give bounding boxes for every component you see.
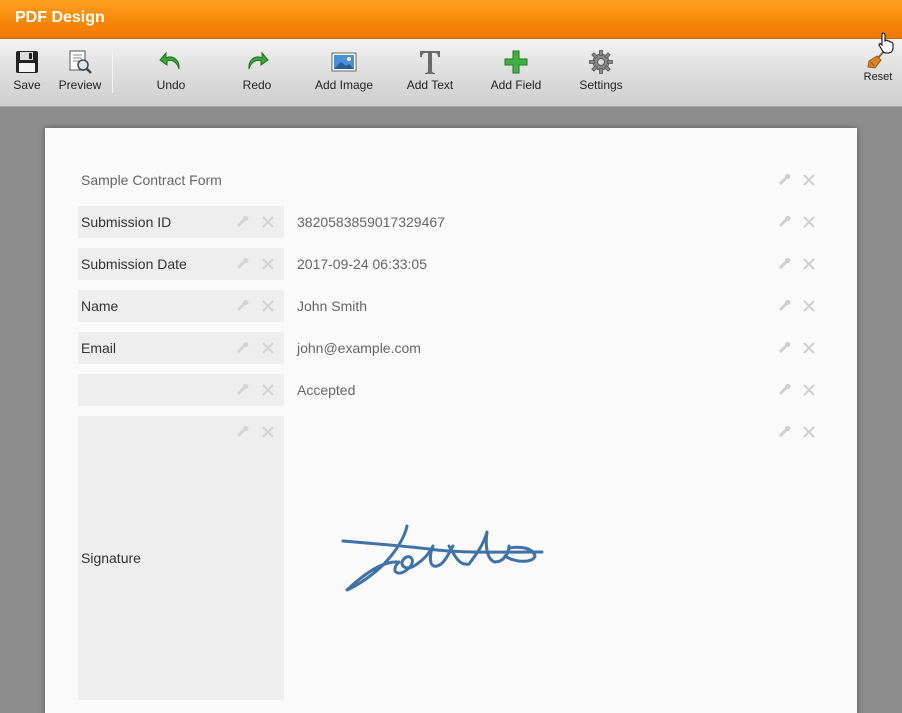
undo-arrow-icon xyxy=(153,48,189,76)
close-icon[interactable] xyxy=(261,341,275,355)
close-icon[interactable] xyxy=(261,215,275,229)
reset-label: Reset xyxy=(863,71,893,83)
field-value[interactable]: John Smith xyxy=(297,298,367,314)
add-field-button[interactable]: Add Field xyxy=(489,48,543,92)
settings-label: Settings xyxy=(579,78,623,92)
preview-button[interactable]: Preview xyxy=(58,48,102,92)
field-label: Email xyxy=(81,340,117,356)
gear-icon xyxy=(578,48,624,76)
design-canvas: Sample Contract Form Submission ID 38205… xyxy=(0,108,902,713)
field-label: Signature xyxy=(81,550,141,566)
preview-icon xyxy=(58,48,102,76)
plus-icon xyxy=(489,48,543,76)
wrench-icon[interactable] xyxy=(236,383,250,397)
add-text-label: Add Text xyxy=(406,78,454,92)
add-field-label: Add Field xyxy=(490,78,542,92)
wrench-icon[interactable] xyxy=(236,215,250,229)
add-image-button[interactable]: Add Image xyxy=(313,48,375,92)
text-t-icon xyxy=(404,48,456,76)
close-icon[interactable] xyxy=(261,383,275,397)
pdf-page: Sample Contract Form Submission ID 38205… xyxy=(45,128,857,713)
save-button[interactable]: Save xyxy=(12,48,42,92)
floppy-disk-icon xyxy=(12,48,42,76)
wrench-icon[interactable] xyxy=(778,257,792,271)
field-label-cell[interactable]: Submission Date xyxy=(78,248,284,280)
save-label: Save xyxy=(13,78,41,92)
wrench-icon[interactable] xyxy=(236,341,250,355)
wrench-icon[interactable] xyxy=(778,425,792,439)
window-title: PDF Design xyxy=(15,9,105,26)
close-icon[interactable] xyxy=(802,425,816,439)
wrench-icon[interactable] xyxy=(778,173,792,187)
undo-label: Undo xyxy=(156,78,186,92)
wrench-icon[interactable] xyxy=(236,299,250,313)
title-bar: PDF Design xyxy=(0,0,902,39)
redo-label: Redo xyxy=(242,78,272,92)
field-label-cell[interactable] xyxy=(78,374,284,406)
field-value[interactable]: 3820583859017329467 xyxy=(297,214,445,230)
form-title[interactable]: Sample Contract Form xyxy=(81,172,222,188)
close-icon[interactable] xyxy=(802,257,816,271)
settings-button[interactable]: Settings xyxy=(578,48,624,92)
field-label-cell[interactable]: Email xyxy=(78,332,284,364)
field-label: Submission Date xyxy=(81,256,187,272)
close-icon[interactable] xyxy=(802,341,816,355)
field-label: Name xyxy=(81,298,119,314)
close-icon[interactable] xyxy=(261,257,275,271)
field-value[interactable]: john@example.com xyxy=(297,340,421,356)
close-icon[interactable] xyxy=(802,299,816,313)
add-text-button[interactable]: Add Text xyxy=(404,48,456,92)
wrench-icon[interactable] xyxy=(236,425,250,439)
undo-button[interactable]: Undo xyxy=(153,48,189,92)
close-icon[interactable] xyxy=(802,215,816,229)
wrench-icon[interactable] xyxy=(778,215,792,229)
redo-arrow-icon xyxy=(239,48,275,76)
wrench-icon[interactable] xyxy=(778,383,792,397)
wrench-icon[interactable] xyxy=(778,341,792,355)
close-icon[interactable] xyxy=(802,173,816,187)
field-value[interactable]: 2017-09-24 06:33:05 xyxy=(297,256,427,272)
redo-button[interactable]: Redo xyxy=(239,48,275,92)
close-icon[interactable] xyxy=(261,425,275,439)
preview-label: Preview xyxy=(58,78,102,92)
toolbar: Save Preview Undo Redo Add Image Add Tex… xyxy=(0,39,902,107)
add-image-label: Add Image xyxy=(314,78,374,92)
field-label-cell[interactable]: Name xyxy=(78,290,284,322)
image-icon xyxy=(313,48,375,76)
signature-label-cell[interactable]: Signature xyxy=(78,416,284,700)
close-icon[interactable] xyxy=(261,299,275,313)
toolbar-separator xyxy=(112,51,113,93)
wrench-icon[interactable] xyxy=(778,299,792,313)
hand-cursor-icon xyxy=(878,32,894,59)
field-label: Submission ID xyxy=(81,214,172,230)
field-label-cell[interactable]: Submission ID xyxy=(78,206,284,238)
field-value[interactable]: Accepted xyxy=(297,382,355,398)
signature-image[interactable] xyxy=(337,516,557,596)
wrench-icon[interactable] xyxy=(236,257,250,271)
close-icon[interactable] xyxy=(802,383,816,397)
